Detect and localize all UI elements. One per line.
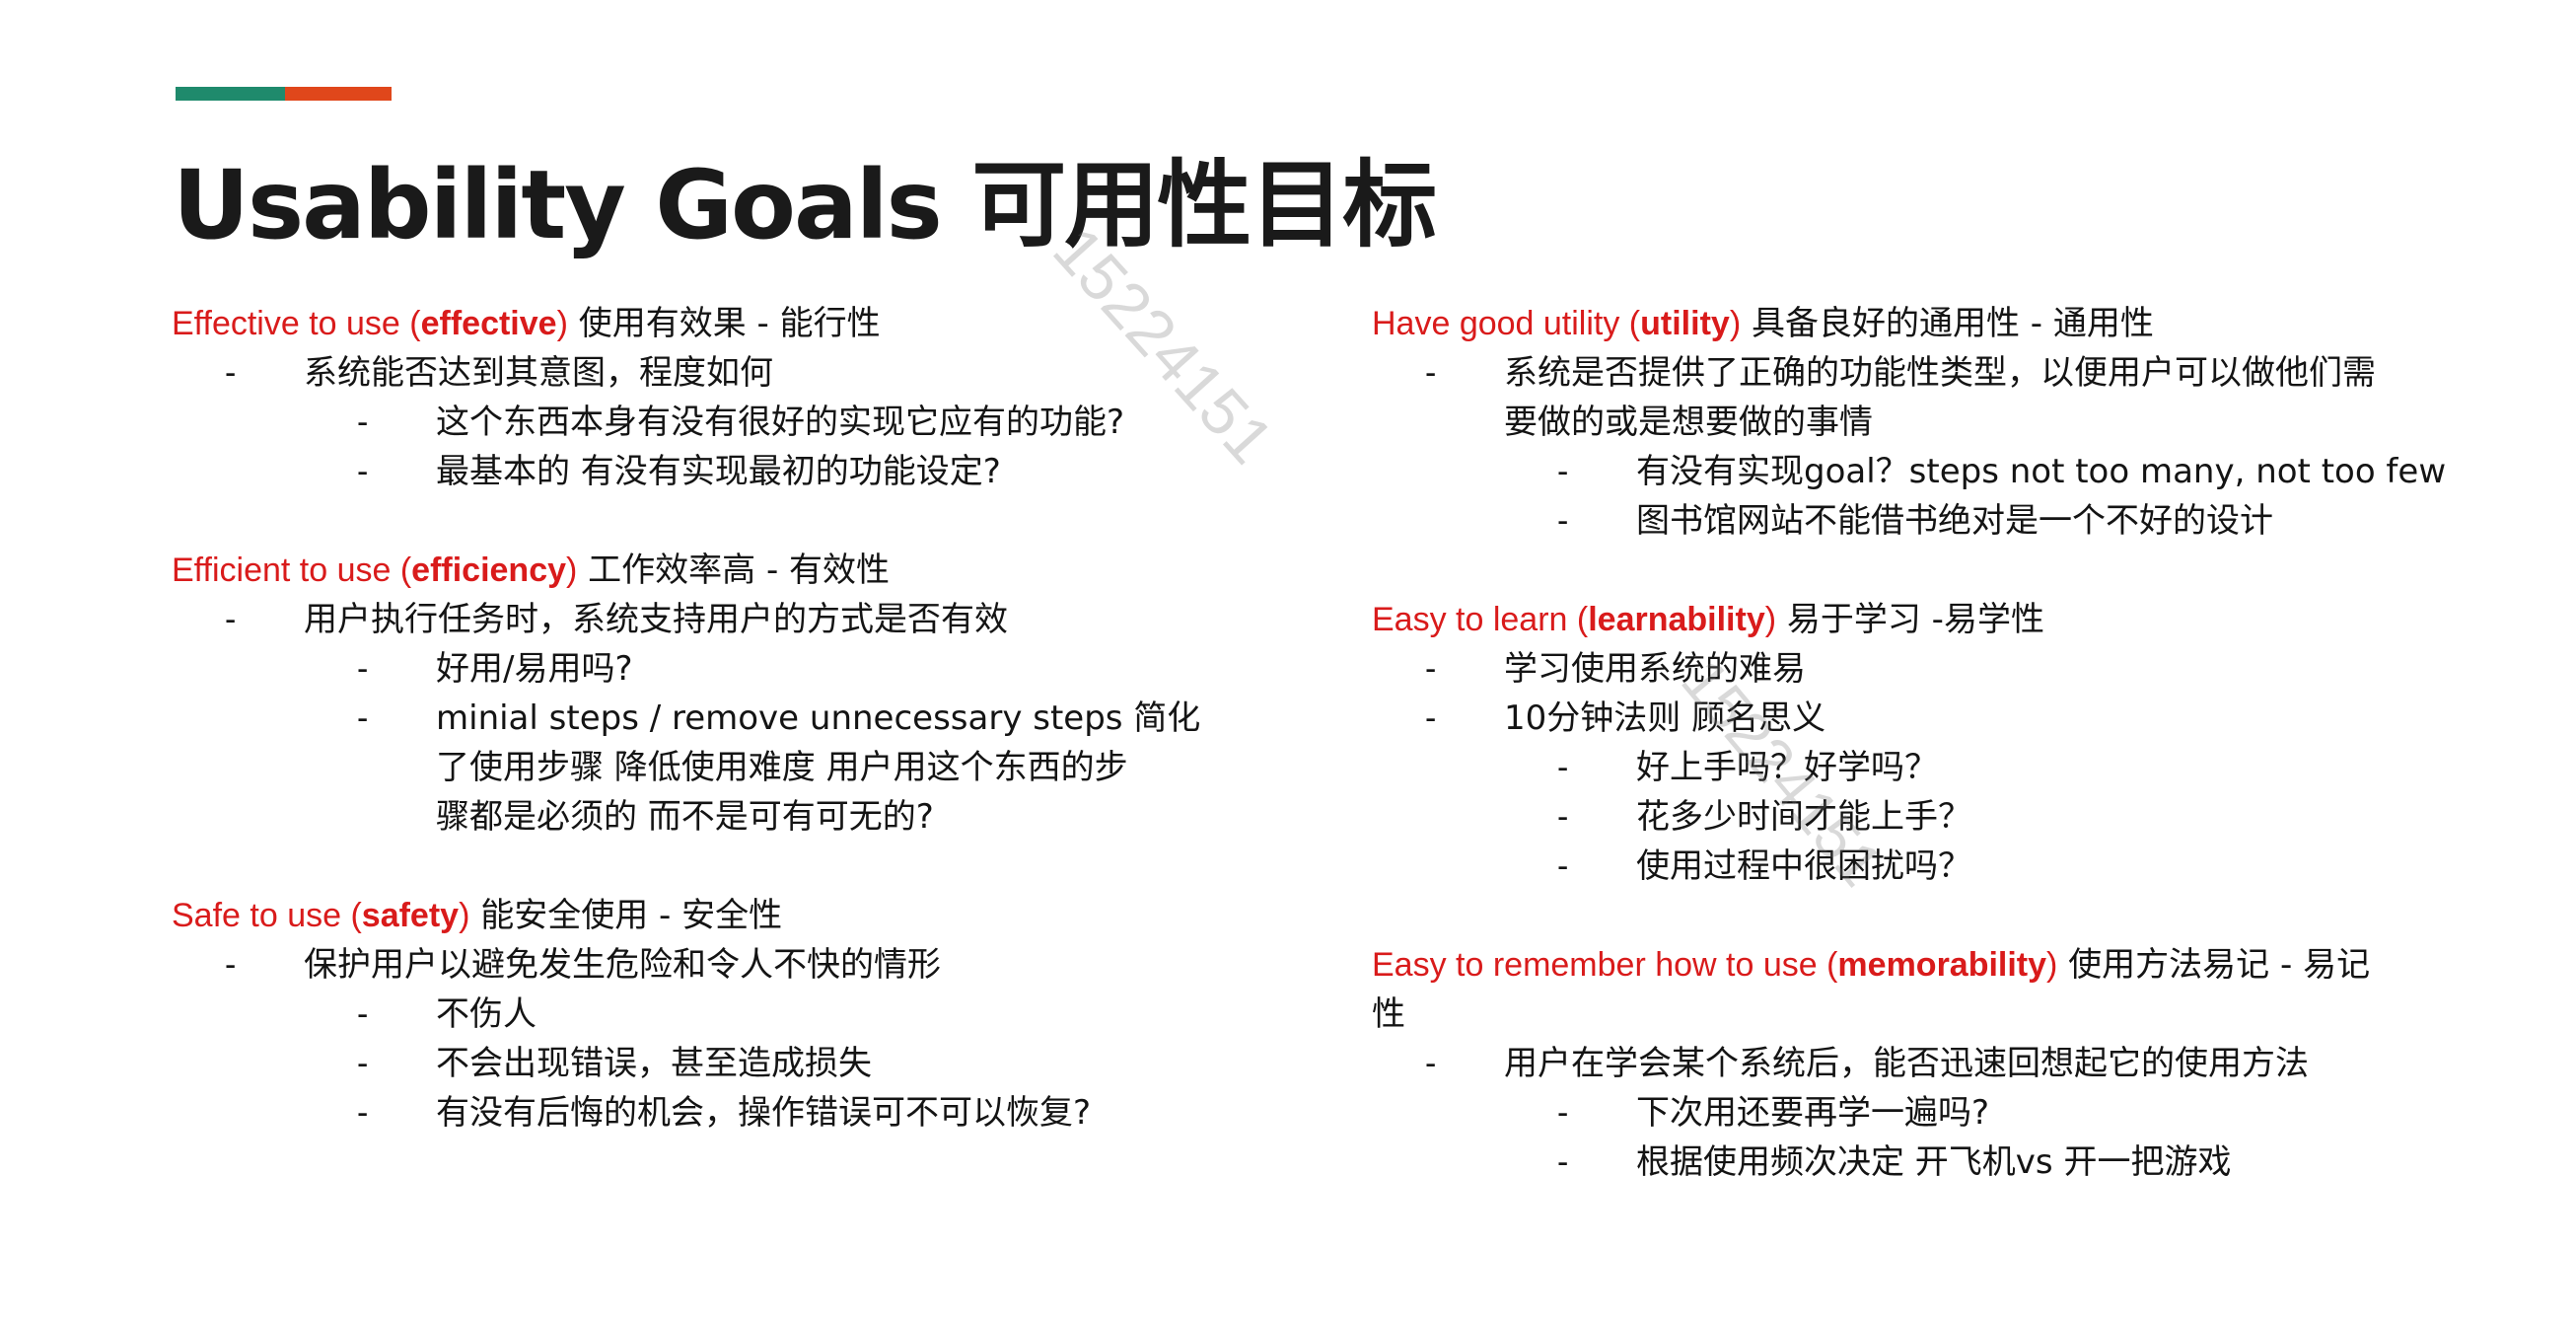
slide: Usability Goals 可用性目标 Effective to use (… bbox=[0, 0, 2576, 1322]
list-item: - 这个东西本身有没有很好的实现它应有的功能? bbox=[357, 403, 1125, 442]
accent-bar-orange bbox=[285, 87, 392, 101]
list-item: - 根据使用频次决定 开飞机vs 开一把游戏 bbox=[1557, 1142, 2232, 1182]
heading-safe: Safe to use (safety) 能安全使用 - 安全性 bbox=[172, 896, 783, 935]
accent-bar-teal bbox=[176, 87, 285, 101]
heading-memorability-continuation: 性 bbox=[1372, 994, 1405, 1034]
list-item: - 不会出现错误，甚至造成损失 bbox=[357, 1044, 872, 1083]
heading-learnability: Easy to learn (learnability) 易于学习 -易学性 bbox=[1372, 600, 2044, 639]
list-item: - 使用过程中很困扰吗？ bbox=[1557, 846, 1971, 886]
right-column: Have good utility (utility) 具备良好的通用性 - 通… bbox=[1372, 299, 2555, 1187]
list-item: - 图书馆网站不能借书绝对是一个不好的设计 bbox=[1557, 501, 2273, 541]
list-item: - 有没有后悔的机会，操作错误可不可以恢复? bbox=[357, 1093, 1092, 1133]
list-item: - 好上手吗？好学吗？ bbox=[1557, 748, 1938, 787]
left-column: Effective to use (effective) 使用有效果 - 能行性… bbox=[172, 299, 1355, 1138]
list-item-continuation: 骤都是必须的 而不是可有可无的? bbox=[436, 797, 934, 837]
list-item: - 用户在学会某个系统后，能否迅速回想起它的使用方法 bbox=[1425, 1044, 2309, 1083]
heading-efficient: Efficient to use (efficiency) 工作效率高 - 有效… bbox=[172, 551, 891, 590]
list-item: - 下次用还要再学一遍吗? bbox=[1557, 1093, 1990, 1133]
list-item: - 用户执行任务时，系统支持用户的方式是否有效 bbox=[225, 600, 1008, 639]
list-item: - 系统是否提供了正确的功能性类型，以便用户可以做他们需 bbox=[1425, 353, 2376, 393]
list-item: - 不伤人 bbox=[357, 994, 537, 1034]
list-item-continuation: 要做的或是想要做的事情 bbox=[1504, 403, 1873, 442]
heading-utility: Have good utility (utility) 具备良好的通用性 - 通… bbox=[1372, 304, 2154, 343]
list-item: - minial steps / remove unnecessary steps… bbox=[357, 698, 1201, 738]
list-item: - 保护用户以避免发生危险和令人不快的情形 bbox=[225, 945, 941, 985]
slide-title: Usability Goals 可用性目标 bbox=[173, 150, 1437, 260]
list-item: -10分钟法则 顾名思义 bbox=[1425, 698, 1826, 738]
list-item: - 有没有实现goal？steps not too many, not too f… bbox=[1557, 452, 2447, 491]
heading-memorability: Easy to remember how to use (memorabilit… bbox=[1372, 945, 2371, 985]
list-item: - 系统能否达到其意图，程度如何 bbox=[225, 353, 773, 393]
list-item: - 花多少时间才能上手？ bbox=[1557, 797, 1971, 837]
list-item: - 最基本的 有没有实现最初的功能设定? bbox=[357, 452, 1001, 491]
heading-effective: Effective to use (effective) 使用有效果 - 能行性 bbox=[172, 304, 881, 343]
list-item-continuation: 了使用步骤 降低使用难度 用户用这个东西的步 bbox=[436, 748, 1128, 787]
list-item: - 学习使用系统的难易 bbox=[1425, 649, 1806, 689]
list-item: - 好用/易用吗? bbox=[357, 649, 633, 689]
